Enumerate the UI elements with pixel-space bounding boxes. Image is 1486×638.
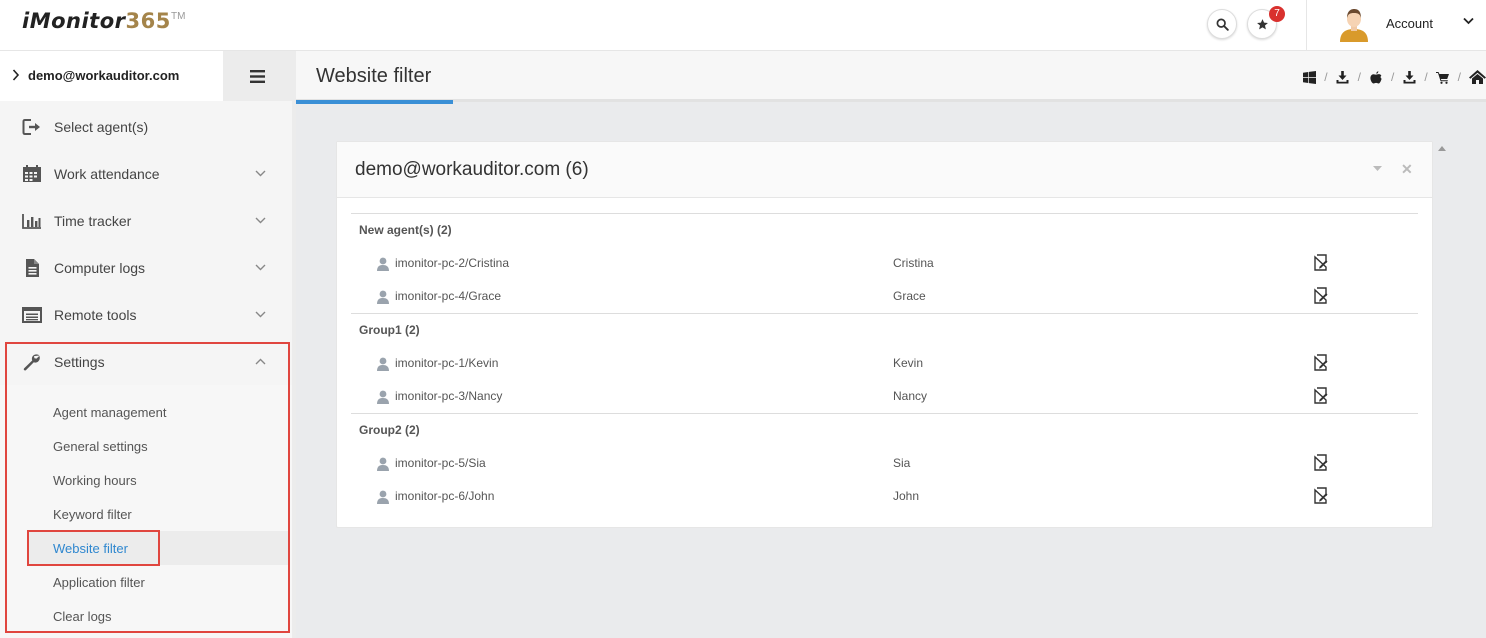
user-icon: [377, 357, 389, 371]
sidebar-item-work-attendance[interactable]: Work attendance: [0, 151, 292, 198]
user-icon: [377, 490, 389, 504]
group-label: New agent(s) (2): [359, 223, 452, 237]
agent-name: imonitor-pc-1/Kevin: [395, 356, 499, 370]
cart-icon[interactable]: [1435, 69, 1451, 85]
sidebar-item-label: Select agent(s): [54, 119, 149, 135]
sidebar-item-label: Remote tools: [54, 307, 137, 323]
top-bar: iMonitor365 TM 7 Account: [0, 0, 1486, 51]
agent-row[interactable]: imonitor-pc-2/Cristina Cristina: [351, 248, 1418, 278]
star-icon: [1256, 18, 1268, 29]
agent-row[interactable]: imonitor-pc-1/Kevin Kevin: [351, 348, 1418, 378]
page-title: Website filter: [316, 65, 432, 87]
group-label: Group2 (2): [359, 423, 420, 437]
download-icon[interactable]: [1401, 69, 1417, 85]
document-icon: [26, 259, 39, 277]
logo-trademark: TM: [171, 11, 186, 22]
agent-row[interactable]: imonitor-pc-5/Sia Sia: [351, 448, 1418, 478]
menu-toggle-button[interactable]: [223, 51, 292, 101]
user-icon: [377, 457, 389, 471]
separator: /: [1424, 70, 1428, 84]
agent-name: imonitor-pc-4/Grace: [395, 289, 502, 303]
chevron-down-icon[interactable]: [1463, 17, 1474, 25]
calendar-icon: [23, 165, 41, 182]
avatar[interactable]: [1338, 6, 1370, 42]
user-icon: [377, 390, 389, 404]
group-divider: [351, 413, 1418, 414]
account-label[interactable]: Account: [1386, 16, 1433, 31]
user-label: demo@workauditor.com: [28, 68, 180, 83]
scroll-up-arrow[interactable]: [1438, 146, 1446, 151]
apple-icon[interactable]: [1368, 69, 1384, 85]
sidebar-item-label: Work attendance: [54, 166, 160, 182]
group-divider: [351, 313, 1418, 314]
logo[interactable]: iMonitor365: [22, 9, 171, 33]
notification-badge: 7: [1269, 6, 1285, 22]
edit-icon[interactable]: [1313, 454, 1329, 472]
search-icon: [1216, 18, 1229, 31]
title-underline: [296, 100, 453, 104]
agent-alias: Nancy: [893, 389, 928, 403]
user-icon: [377, 290, 389, 304]
agent-alias: Sia: [893, 456, 911, 470]
list-window-icon: [22, 307, 42, 323]
agent-row[interactable]: imonitor-pc-6/John John: [351, 481, 1418, 511]
bar-chart-icon: [22, 214, 41, 229]
edit-icon[interactable]: [1313, 254, 1329, 272]
agent-alias: Grace: [893, 289, 926, 303]
website-filter-highlight-box: [27, 530, 160, 566]
page-header: Website filter / / / / /: [296, 51, 1486, 104]
sidebar-item-label: Computer logs: [54, 260, 146, 276]
panel-header: demo@workauditor.com (6) ✕: [337, 142, 1432, 198]
settings-highlight-box: [5, 342, 290, 633]
header-toolbar: / / / / /: [1301, 68, 1486, 86]
collapse-caret-icon[interactable]: [1373, 166, 1382, 171]
separator: /: [1457, 70, 1461, 84]
edit-icon[interactable]: [1313, 354, 1329, 372]
chevron-right-icon: [12, 69, 20, 81]
group-divider: [351, 213, 1418, 214]
agent-alias: Cristina: [893, 256, 934, 270]
hamburger-icon: [250, 69, 265, 83]
panel-title: demo@workauditor.com (6): [355, 159, 589, 180]
sidebar-item-remote-tools[interactable]: Remote tools: [0, 292, 292, 339]
chevron-down-icon: [255, 264, 266, 271]
sidebar-item-time-tracker[interactable]: Time tracker: [0, 198, 292, 245]
separator: /: [1390, 70, 1395, 84]
edit-icon[interactable]: [1313, 387, 1329, 405]
agent-alias: Kevin: [893, 356, 924, 370]
agent-alias: John: [893, 489, 920, 503]
group-label: Group1 (2): [359, 323, 420, 337]
chevron-down-icon: [255, 311, 266, 318]
user-icon: [377, 257, 389, 271]
sidebar-item-select-agents[interactable]: Select agent(s): [0, 104, 292, 151]
divider: [1306, 0, 1307, 50]
download-icon[interactable]: [1335, 69, 1351, 85]
home-icon[interactable]: [1468, 69, 1486, 85]
sign-in-icon: [22, 119, 40, 135]
sidebar-item-computer-logs[interactable]: Computer logs: [0, 245, 292, 292]
separator: /: [1324, 70, 1328, 84]
edit-icon[interactable]: [1313, 487, 1329, 505]
chevron-down-icon: [255, 217, 266, 224]
close-icon[interactable]: ✕: [1401, 161, 1413, 178]
separator: /: [1357, 70, 1361, 84]
agent-name: imonitor-pc-2/Cristina: [395, 256, 510, 270]
agent-row[interactable]: imonitor-pc-3/Nancy Nancy: [351, 381, 1418, 411]
agent-name: imonitor-pc-6/John: [395, 489, 495, 503]
sidebar-item-label: Time tracker: [54, 213, 132, 229]
agent-name: imonitor-pc-5/Sia: [395, 456, 486, 470]
agent-row[interactable]: imonitor-pc-4/Grace Grace: [351, 281, 1418, 311]
user-selector[interactable]: demo@workauditor.com: [0, 51, 223, 101]
chevron-down-icon: [255, 170, 266, 177]
edit-icon[interactable]: [1313, 287, 1329, 305]
search-button[interactable]: [1207, 9, 1237, 39]
windows-icon[interactable]: [1301, 69, 1317, 85]
agent-name: imonitor-pc-3/Nancy: [395, 389, 503, 403]
